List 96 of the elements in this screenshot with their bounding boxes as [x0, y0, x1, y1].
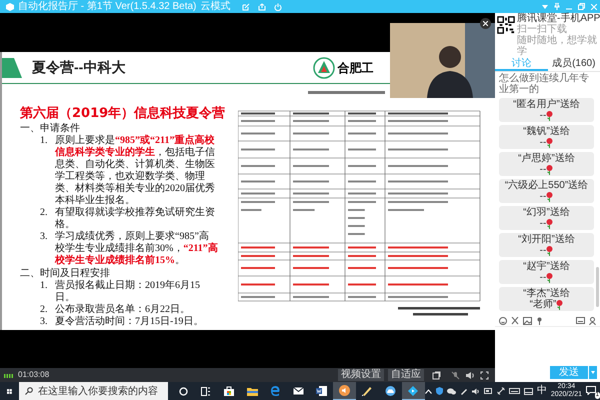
slide-heading: 夏令营--中科大 [32, 58, 126, 77]
window-title: 自动化报告厅 - 第1节 Ver(1.5.4.32 Beta) [18, 0, 196, 12]
chat-message-text: 怎么做到连续几年专业第一的 [499, 73, 590, 95]
search-field[interactable]: 在这里输入你要搜索的内容 [18, 382, 168, 400]
gift-message-text: -- [540, 218, 546, 229]
rose-icon [546, 138, 554, 148]
list-number: 3. [40, 231, 48, 244]
search-field-input: 在这里输入你要搜索的内容 [38, 384, 168, 398]
taskbar-button[interactable] [402, 382, 425, 400]
circle-icon [178, 386, 188, 396]
image-icon[interactable] [523, 316, 532, 324]
task-view-icon [201, 386, 212, 396]
envelope-icon [292, 387, 304, 395]
cloud-icon [384, 386, 396, 396]
rose-icon [546, 192, 554, 202]
keyboard-icon[interactable] [576, 317, 585, 324]
gift-message-text: “匿名用户”送给 [513, 99, 580, 110]
rose-icon [546, 218, 554, 228]
chevron-up-icon[interactable] [424, 388, 432, 394]
list-item-text: 公布录取营员名单：6月22日。 [55, 304, 191, 316]
gift-message-text: “赵宇”送给 [523, 261, 570, 272]
list-item-text: 学习成绩优秀，原则上要求“985”高校学生专业成绩排名前30%，“211”高校学生专业成绩排名前15%。 [55, 231, 218, 267]
gift-message-text: “六级必上550”送给 [504, 180, 588, 191]
smiley-icon[interactable] [499, 316, 507, 324]
gift-message-text: “魏钒”送给 [523, 126, 570, 137]
app-title: 腾讯课堂-手机APP [517, 13, 598, 24]
section-heading: 一、申请条件 [20, 123, 81, 134]
app-logo-icon [6, 2, 14, 10]
list-item-text: 夏令营活动时间：7月15日-19日。 [55, 316, 204, 328]
scrollbar-thumb[interactable] [596, 267, 599, 307]
video-option-button[interactable]: 自适应 [388, 369, 424, 381]
slide-title: 第六届（2019年）信息科技夏令营 [20, 106, 226, 122]
chat-bubbles-icon[interactable] [446, 388, 456, 394]
notification-icon[interactable] [586, 386, 596, 395]
pen-icon[interactable] [460, 387, 468, 395]
search-icon [24, 387, 33, 395]
logo-text: 合肥工 [337, 60, 374, 76]
list-item-text: 有望取得就读学校推荐免试研究生资格。 [55, 207, 216, 230]
scissors-icon[interactable] [511, 316, 519, 324]
shield-icon[interactable] [436, 387, 443, 395]
rose-icon [546, 246, 554, 256]
person-icon[interactable] [589, 316, 596, 324]
gift-message-text: -- [540, 110, 546, 121]
elapsed-time: 01:03:08 [18, 369, 50, 381]
microphone-muted-icon[interactable] [451, 370, 460, 380]
volume-icon[interactable] [465, 370, 475, 380]
list-number: 3. [40, 316, 48, 328]
video-option-button[interactable]: 视频设置 [338, 369, 384, 381]
taskbar-button[interactable] [332, 382, 356, 400]
gift-message-text: -- [540, 191, 546, 202]
close-icon [483, 21, 488, 26]
caret-icon [591, 371, 595, 374]
rose-icon [546, 272, 554, 282]
list-number: 1. [40, 135, 48, 148]
tablet-icon[interactable] [524, 388, 533, 394]
input-method-indicator[interactable]: 中 [536, 385, 547, 397]
screen-icon[interactable] [432, 370, 441, 380]
list-number: 2. [40, 207, 48, 220]
gift-message-text: “李杰”送给 [523, 288, 570, 299]
browser-icon [270, 386, 280, 396]
windows-start-icon[interactable] [7, 386, 12, 396]
pen-icon [362, 386, 372, 396]
mode-label: 云模式 [200, 0, 230, 12]
gift-message-text: -- [540, 272, 546, 283]
gift-message-text: “卢思婷”送给 [518, 153, 575, 164]
rose-icon [556, 300, 564, 310]
fullscreen-icon[interactable] [480, 370, 489, 380]
link-icon[interactable] [496, 387, 505, 395]
folder-icon [246, 386, 258, 396]
list-number: 1. [40, 280, 48, 293]
rose-icon [546, 110, 554, 120]
list-item-text: 原则上要求是“985”或“211”重点高校信息科学类专业的学生，包括电子信息类、自动化类、计算机类、生物医学工程类等，也欢迎数学类、物理类、材料类等相关专业的2020届优秀本科毕业生报名。 [55, 135, 216, 206]
battery-icon[interactable] [484, 388, 493, 394]
app-promo-text: 随时随地，想学就学 [517, 35, 598, 57]
speaker-icon [338, 385, 350, 396]
university-emblem-icon [313, 56, 336, 78]
play-icon [408, 386, 418, 396]
gift-message-text: “幻羽”送给 [523, 207, 570, 218]
gift-message-text: “刘开阳”送给 [518, 234, 575, 245]
slide-accent-shape [2, 58, 22, 78]
person-silhouette [425, 43, 475, 98]
signal-bars-icon [4, 372, 14, 378]
gift-message-text: -- [540, 164, 546, 175]
list-number: 2. [40, 304, 48, 316]
qr-code-icon [497, 16, 515, 34]
gift-message-text: -- [540, 245, 546, 256]
gift-message-text: -- [540, 137, 546, 148]
gift-message-text: “老师” [530, 299, 556, 310]
list-item-text: 营员报名截止日期：2019年6月15日。 [55, 280, 201, 304]
shopping-bag-icon [224, 386, 234, 396]
document-app-icon [316, 386, 327, 396]
panel-tab[interactable]: 成员(160) [548, 58, 600, 71]
app-promo-text: 扫一扫下载 [517, 24, 567, 35]
volume-icon[interactable] [472, 388, 480, 394]
rose-icon [546, 164, 554, 174]
section-heading: 二、时间及日程安排 [20, 268, 111, 280]
